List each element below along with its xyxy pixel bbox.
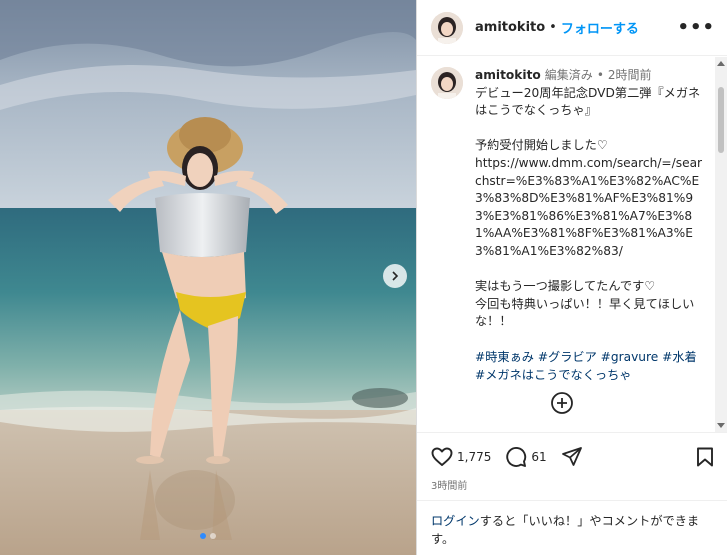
comment-count: 61: [531, 450, 547, 464]
slide-dot: [200, 533, 206, 539]
post-image[interactable]: [0, 0, 416, 555]
send-icon: [561, 447, 582, 466]
login-prompt: ログインすると「いいね！」やコメントができます。: [417, 500, 727, 548]
header-separator: •: [549, 20, 557, 35]
posted-time[interactable]: 3時間前: [431, 477, 714, 492]
chevron-right-icon: [392, 271, 399, 281]
follow-button[interactable]: フォローする: [561, 18, 639, 37]
comment-button[interactable]: 61: [505, 446, 547, 468]
share-button[interactable]: [561, 446, 583, 468]
action-bar: 1,775 61 3時間前: [417, 432, 727, 492]
scroll-down-arrow[interactable]: [717, 423, 725, 428]
profile-photo: [431, 11, 463, 44]
heart-icon: [431, 447, 453, 466]
like-count[interactable]: 1,775: [457, 450, 491, 464]
slide-dot: [210, 533, 216, 539]
slide-indicator: [0, 533, 416, 539]
more-options-icon[interactable]: •••: [677, 17, 715, 38]
comments-area[interactable]: amitokito 編集済み • 2時間前 デビュー20周年記念DVD第二弾『メ…: [417, 57, 727, 432]
avatar[interactable]: [431, 11, 463, 44]
scroll-up-arrow[interactable]: [717, 61, 725, 66]
post-header: amitokito • フォローする •••: [417, 0, 727, 56]
bookmark-icon: [697, 447, 713, 467]
meta-dot: •: [596, 68, 604, 82]
load-more-comments-button[interactable]: [549, 390, 575, 416]
avatar[interactable]: [431, 67, 463, 99]
header-username[interactable]: amitokito: [475, 20, 545, 35]
caption: amitokito 編集済み • 2時間前 デビュー20周年記念DVD第二弾『メ…: [417, 57, 727, 384]
caption-username[interactable]: amitokito: [475, 67, 541, 85]
caption-text: デビュー20周年記念DVD第二弾『メガネはこうでなくっちゃ』 予約受付開始しまし…: [475, 85, 703, 329]
scrollbar[interactable]: [715, 57, 727, 432]
next-slide-button[interactable]: [383, 264, 407, 288]
beach-photo: [0, 0, 416, 555]
edited-label: 編集済み: [544, 68, 593, 82]
hashtags[interactable]: #時東ぁみ #グラビア #gravure #水着 #メガネはこうでなくっちゃ: [475, 349, 706, 384]
save-button[interactable]: [696, 447, 714, 467]
plus-circle-icon: [551, 392, 573, 414]
comment-icon: [506, 447, 527, 467]
post-sidebar: amitokito • フォローする ••• amitokito 編集済み • …: [416, 0, 727, 555]
like-button[interactable]: 1,775: [431, 447, 491, 467]
login-link[interactable]: ログイン: [431, 514, 480, 528]
caption-time[interactable]: 2時間前: [608, 67, 652, 85]
scrollbar-thumb[interactable]: [718, 87, 724, 153]
profile-photo: [431, 67, 463, 99]
